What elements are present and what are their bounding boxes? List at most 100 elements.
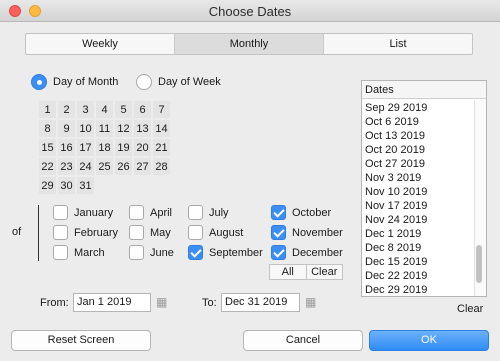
day-cell[interactable]: 11 [95,119,114,138]
date-list-item[interactable]: Sep 29 2019 [362,101,472,115]
date-list-item[interactable]: Dec 8 2019 [362,241,472,255]
date-list-item[interactable]: Nov 3 2019 [362,171,472,185]
checkbox-checked-icon [271,225,286,240]
day-cell[interactable]: 10 [76,119,95,138]
day-cell[interactable]: 19 [114,138,133,157]
month-checkbox-july[interactable]: July [188,205,229,220]
to-date-field[interactable]: Dec 31 2019 [221,293,300,312]
dates-clear-button[interactable]: Clear [457,303,483,315]
dates-list-panel[interactable]: Dates Sep 29 2019 Oct 6 2019 Oct 13 2019 Oc… [361,80,487,297]
month-checkbox-september[interactable]: September [188,245,263,260]
checkbox-icon [129,225,144,240]
day-cell[interactable]: 22 [38,157,57,176]
tab-list[interactable]: List [324,34,472,54]
month-checkbox-april[interactable]: April [129,205,172,220]
date-list-item[interactable]: Oct 20 2019 [362,143,472,157]
date-list-item[interactable]: Nov 17 2019 [362,199,472,213]
day-cell[interactable]: 7 [152,100,171,119]
day-cell[interactable]: 27 [133,157,152,176]
date-list-item[interactable]: Dec 29 2019 [362,283,472,296]
month-label: May [150,226,171,239]
month-checkbox-october[interactable]: October [271,205,331,220]
day-cell[interactable]: 20 [133,138,152,157]
date-list-item[interactable]: Nov 10 2019 [362,185,472,199]
checkbox-icon [129,205,144,220]
ok-button[interactable]: OK [369,330,489,351]
month-checkbox-january[interactable]: January [53,205,113,220]
tab-bar: Weekly Monthly List [25,33,473,55]
checkbox-icon [53,245,68,260]
day-cell[interactable]: 24 [76,157,95,176]
day-cell[interactable]: 14 [152,119,171,138]
scrollbar-thumb[interactable] [476,245,482,283]
month-label: July [209,206,229,219]
checkbox-icon [129,245,144,260]
cancel-button[interactable]: Cancel [243,330,363,351]
day-of-week-radio[interactable]: Day of Week [136,74,221,90]
radio-unselected-icon [136,74,152,90]
day-cell[interactable]: 31 [76,176,95,195]
months-bracket [38,205,39,261]
day-cell[interactable]: 17 [76,138,95,157]
day-cell[interactable]: 21 [152,138,171,157]
month-label: March [74,246,105,259]
dates-header: Dates [362,81,486,99]
month-checkbox-may[interactable]: May [129,225,171,240]
date-list-item[interactable]: Oct 27 2019 [362,157,472,171]
date-list-item[interactable]: Oct 13 2019 [362,129,472,143]
day-cell[interactable]: 9 [57,119,76,138]
tab-monthly[interactable]: Monthly [175,34,324,54]
of-label: of [12,226,22,238]
calendar-icon[interactable]: ▦ [156,295,167,309]
day-cell[interactable]: 6 [133,100,152,119]
title-bar: Choose Dates [0,0,500,22]
window-title: Choose Dates [208,4,292,19]
month-checkbox-august[interactable]: August [188,225,243,240]
day-cell[interactable]: 16 [57,138,76,157]
day-of-month-radio[interactable]: Day of Month [31,74,118,90]
day-cell[interactable]: 23 [57,157,76,176]
clear-months-button[interactable]: Clear [307,265,343,279]
day-cell[interactable]: 28 [152,157,171,176]
month-label: December [292,246,343,259]
date-list-item[interactable]: Dec 15 2019 [362,255,472,269]
from-date-field[interactable]: Jan 1 2019 [73,293,151,312]
date-list-item[interactable]: Dec 22 2019 [362,269,472,283]
month-label: June [150,246,174,259]
day-cell[interactable]: 26 [114,157,133,176]
day-cell[interactable]: 25 [95,157,114,176]
day-cell[interactable]: 4 [95,100,114,119]
day-cell[interactable]: 1 [38,100,57,119]
month-checkbox-december[interactable]: December [271,245,343,260]
day-cell[interactable]: 18 [95,138,114,157]
day-cell[interactable]: 30 [57,176,76,195]
month-checkbox-june[interactable]: June [129,245,174,260]
month-select-buttons: All Clear [269,264,343,280]
day-cell[interactable]: 29 [38,176,57,195]
to-label: To: [202,297,217,309]
date-list-item[interactable]: Oct 6 2019 [362,115,472,129]
checkbox-checked-icon [271,245,286,260]
month-label: August [209,226,244,239]
day-cell[interactable]: 15 [38,138,57,157]
day-cell[interactable]: 2 [57,100,76,119]
tab-weekly[interactable]: Weekly [26,34,175,54]
day-cell[interactable]: 3 [76,100,95,119]
month-checkbox-november[interactable]: November [271,225,343,240]
date-list-item[interactable]: Dec 1 2019 [362,227,472,241]
day-cell[interactable]: 8 [38,119,57,138]
month-checkbox-february[interactable]: February [53,225,118,240]
month-label: October [292,206,332,219]
day-cell[interactable]: 5 [114,100,133,119]
day-cell[interactable]: 13 [133,119,152,138]
reset-screen-button[interactable]: Reset Screen [11,330,151,351]
date-list-item[interactable]: Nov 24 2019 [362,213,472,227]
calendar-icon[interactable]: ▦ [305,295,316,309]
from-label: From: [40,297,69,309]
day-cell[interactable]: 12 [114,119,133,138]
day-of-week-label: Day of Week [158,76,221,88]
month-checkbox-march[interactable]: March [53,245,105,260]
month-label: April [150,206,173,219]
all-months-button[interactable]: All [270,265,307,279]
checkbox-icon [188,225,203,240]
